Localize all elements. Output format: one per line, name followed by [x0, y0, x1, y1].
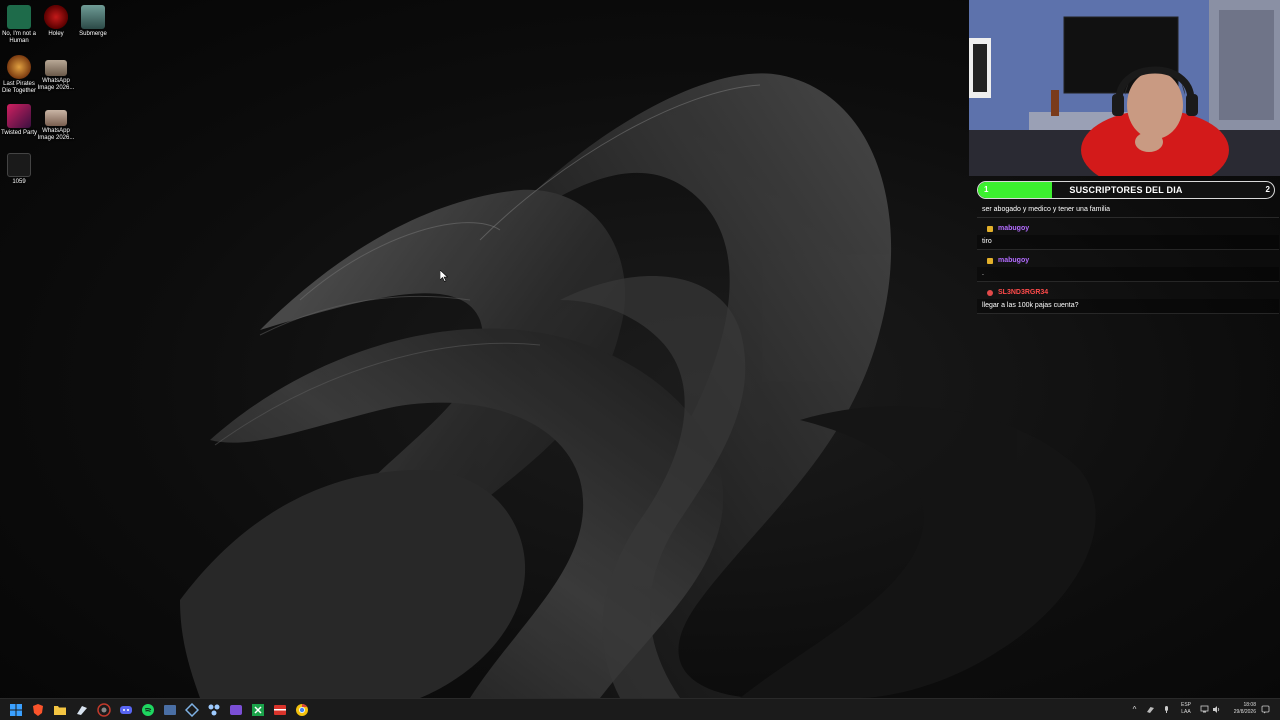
desktop-icon-submerge[interactable]: Submerge: [74, 5, 112, 38]
green-app-icon[interactable]: [251, 703, 265, 717]
chat-message: mabugoy tiro: [977, 223, 1279, 250]
chat-badge-icon: [987, 290, 993, 296]
chat-message-text: tiro: [977, 235, 1279, 250]
language-code: ESP: [1180, 702, 1191, 708]
purple-app-icon[interactable]: [229, 703, 243, 717]
steam-icon[interactable]: [75, 703, 89, 717]
puzzle-app-icon[interactable]: [207, 703, 221, 717]
webcam-feed: [969, 0, 1280, 176]
chat-badge-icon: [987, 226, 993, 232]
clock-time: 18:08: [1243, 702, 1256, 708]
chat-message: SL3ND3RGR34 llegar a las 100k pajas cuen…: [977, 287, 1279, 314]
desktop-icon-twisted-party[interactable]: Twisted Party: [0, 104, 38, 137]
red-app-icon[interactable]: [273, 703, 287, 717]
game-icon-1059: [7, 153, 31, 177]
subscriber-goal-bar: 1 SUSCRIPTORES DEL DIA 2: [977, 181, 1275, 199]
taskbar: ^ ESP LAA 18:08 29/8/2026: [0, 698, 1280, 720]
desktop-icon-label: Submerge: [79, 31, 107, 37]
game-icon-mask: [7, 5, 31, 29]
chat-username: SL3ND3RGR34: [987, 287, 1279, 299]
webcam-image: [969, 0, 1280, 176]
desktop-icon-label: No, I'm not a Human: [2, 31, 36, 44]
microphone-icon[interactable]: [1162, 705, 1171, 714]
chat-username: mabugoy: [987, 255, 1279, 267]
image-file-icon: [45, 110, 67, 126]
app-window-icon[interactable]: [163, 703, 177, 717]
desktop-icon-label: WhatsApp Image 2026...: [37, 128, 75, 141]
chat-message-text: .: [977, 267, 1279, 282]
windows-start-icon[interactable]: [9, 703, 23, 717]
desktop-icon-holey[interactable]: Holey: [37, 5, 75, 38]
desktop-icon-label: Holey: [48, 31, 64, 37]
spotify-icon[interactable]: [141, 703, 155, 717]
chrome-alt-icon[interactable]: [97, 703, 111, 717]
chat-username-text: SL3ND3RGR34: [998, 289, 1049, 296]
language-indicator[interactable]: ESP LAA: [1177, 702, 1195, 716]
subscriber-goal-target: 2: [1265, 185, 1270, 194]
chat-username-text: mabugoy: [998, 257, 1030, 264]
desktop-icon-label: Twisted Party: [0, 130, 37, 136]
chat-message: ser abogado y medico y tener una familia: [977, 203, 1279, 218]
file-explorer-icon[interactable]: [53, 703, 67, 717]
desktop-icon-label: Last Pirates Die Together: [2, 81, 36, 94]
game-icon-pirates: [7, 55, 31, 79]
system-clock[interactable]: 18:08 29/8/2026: [1224, 702, 1256, 716]
desktop-icon-whatsapp-image-2[interactable]: WhatsApp Image 2026...: [37, 110, 75, 142]
image-file-icon: [45, 60, 67, 76]
notification-icon[interactable]: [1261, 705, 1270, 714]
clock-date: 29/8/2026: [1233, 709, 1256, 715]
chrome-icon[interactable]: [295, 703, 309, 717]
chat-message-text: ser abogado y medico y tener una familia: [977, 203, 1279, 218]
chat-message-text: llegar a las 100k pajas cuenta?: [977, 299, 1279, 314]
desktop-icon-whatsapp-image-1[interactable]: WhatsApp Image 2026...: [37, 60, 75, 92]
discord-icon[interactable]: [119, 703, 133, 717]
chat-badge-icon: [987, 258, 993, 264]
chat-message: mabugoy .: [977, 255, 1279, 282]
desktop-icon-label: WhatsApp Image 2026...: [37, 78, 75, 91]
chevron-up-icon[interactable]: ^: [1130, 705, 1139, 714]
stream-chat: ser abogado y medico y tener una familia…: [977, 203, 1279, 319]
desktop-icon-1059[interactable]: 1059: [0, 153, 38, 186]
network-icon[interactable]: [1200, 705, 1209, 714]
desktop-icon-no-im-not-a-human[interactable]: No, I'm not a Human: [0, 5, 38, 45]
game-icon-holey: [44, 5, 68, 29]
game-icon-twisted-party: [7, 104, 31, 128]
chat-username-text: mabugoy: [998, 225, 1030, 232]
chat-username: mabugoy: [987, 223, 1279, 235]
network-app-icon[interactable]: [185, 703, 199, 717]
keyboard-layout: LAA: [1181, 709, 1191, 715]
desktop-icon-last-pirates[interactable]: Last Pirates Die Together: [0, 55, 38, 95]
mouse-cursor-icon: [440, 270, 448, 282]
desktop-icon-label: 1059: [12, 179, 26, 185]
volume-icon[interactable]: [1212, 705, 1221, 714]
game-icon-submerge: [81, 5, 105, 29]
brave-browser-icon[interactable]: [31, 703, 45, 717]
steam-tray-icon[interactable]: [1146, 705, 1155, 714]
subscriber-goal-label: SUSCRIPTORES DEL DIA: [1069, 185, 1183, 195]
